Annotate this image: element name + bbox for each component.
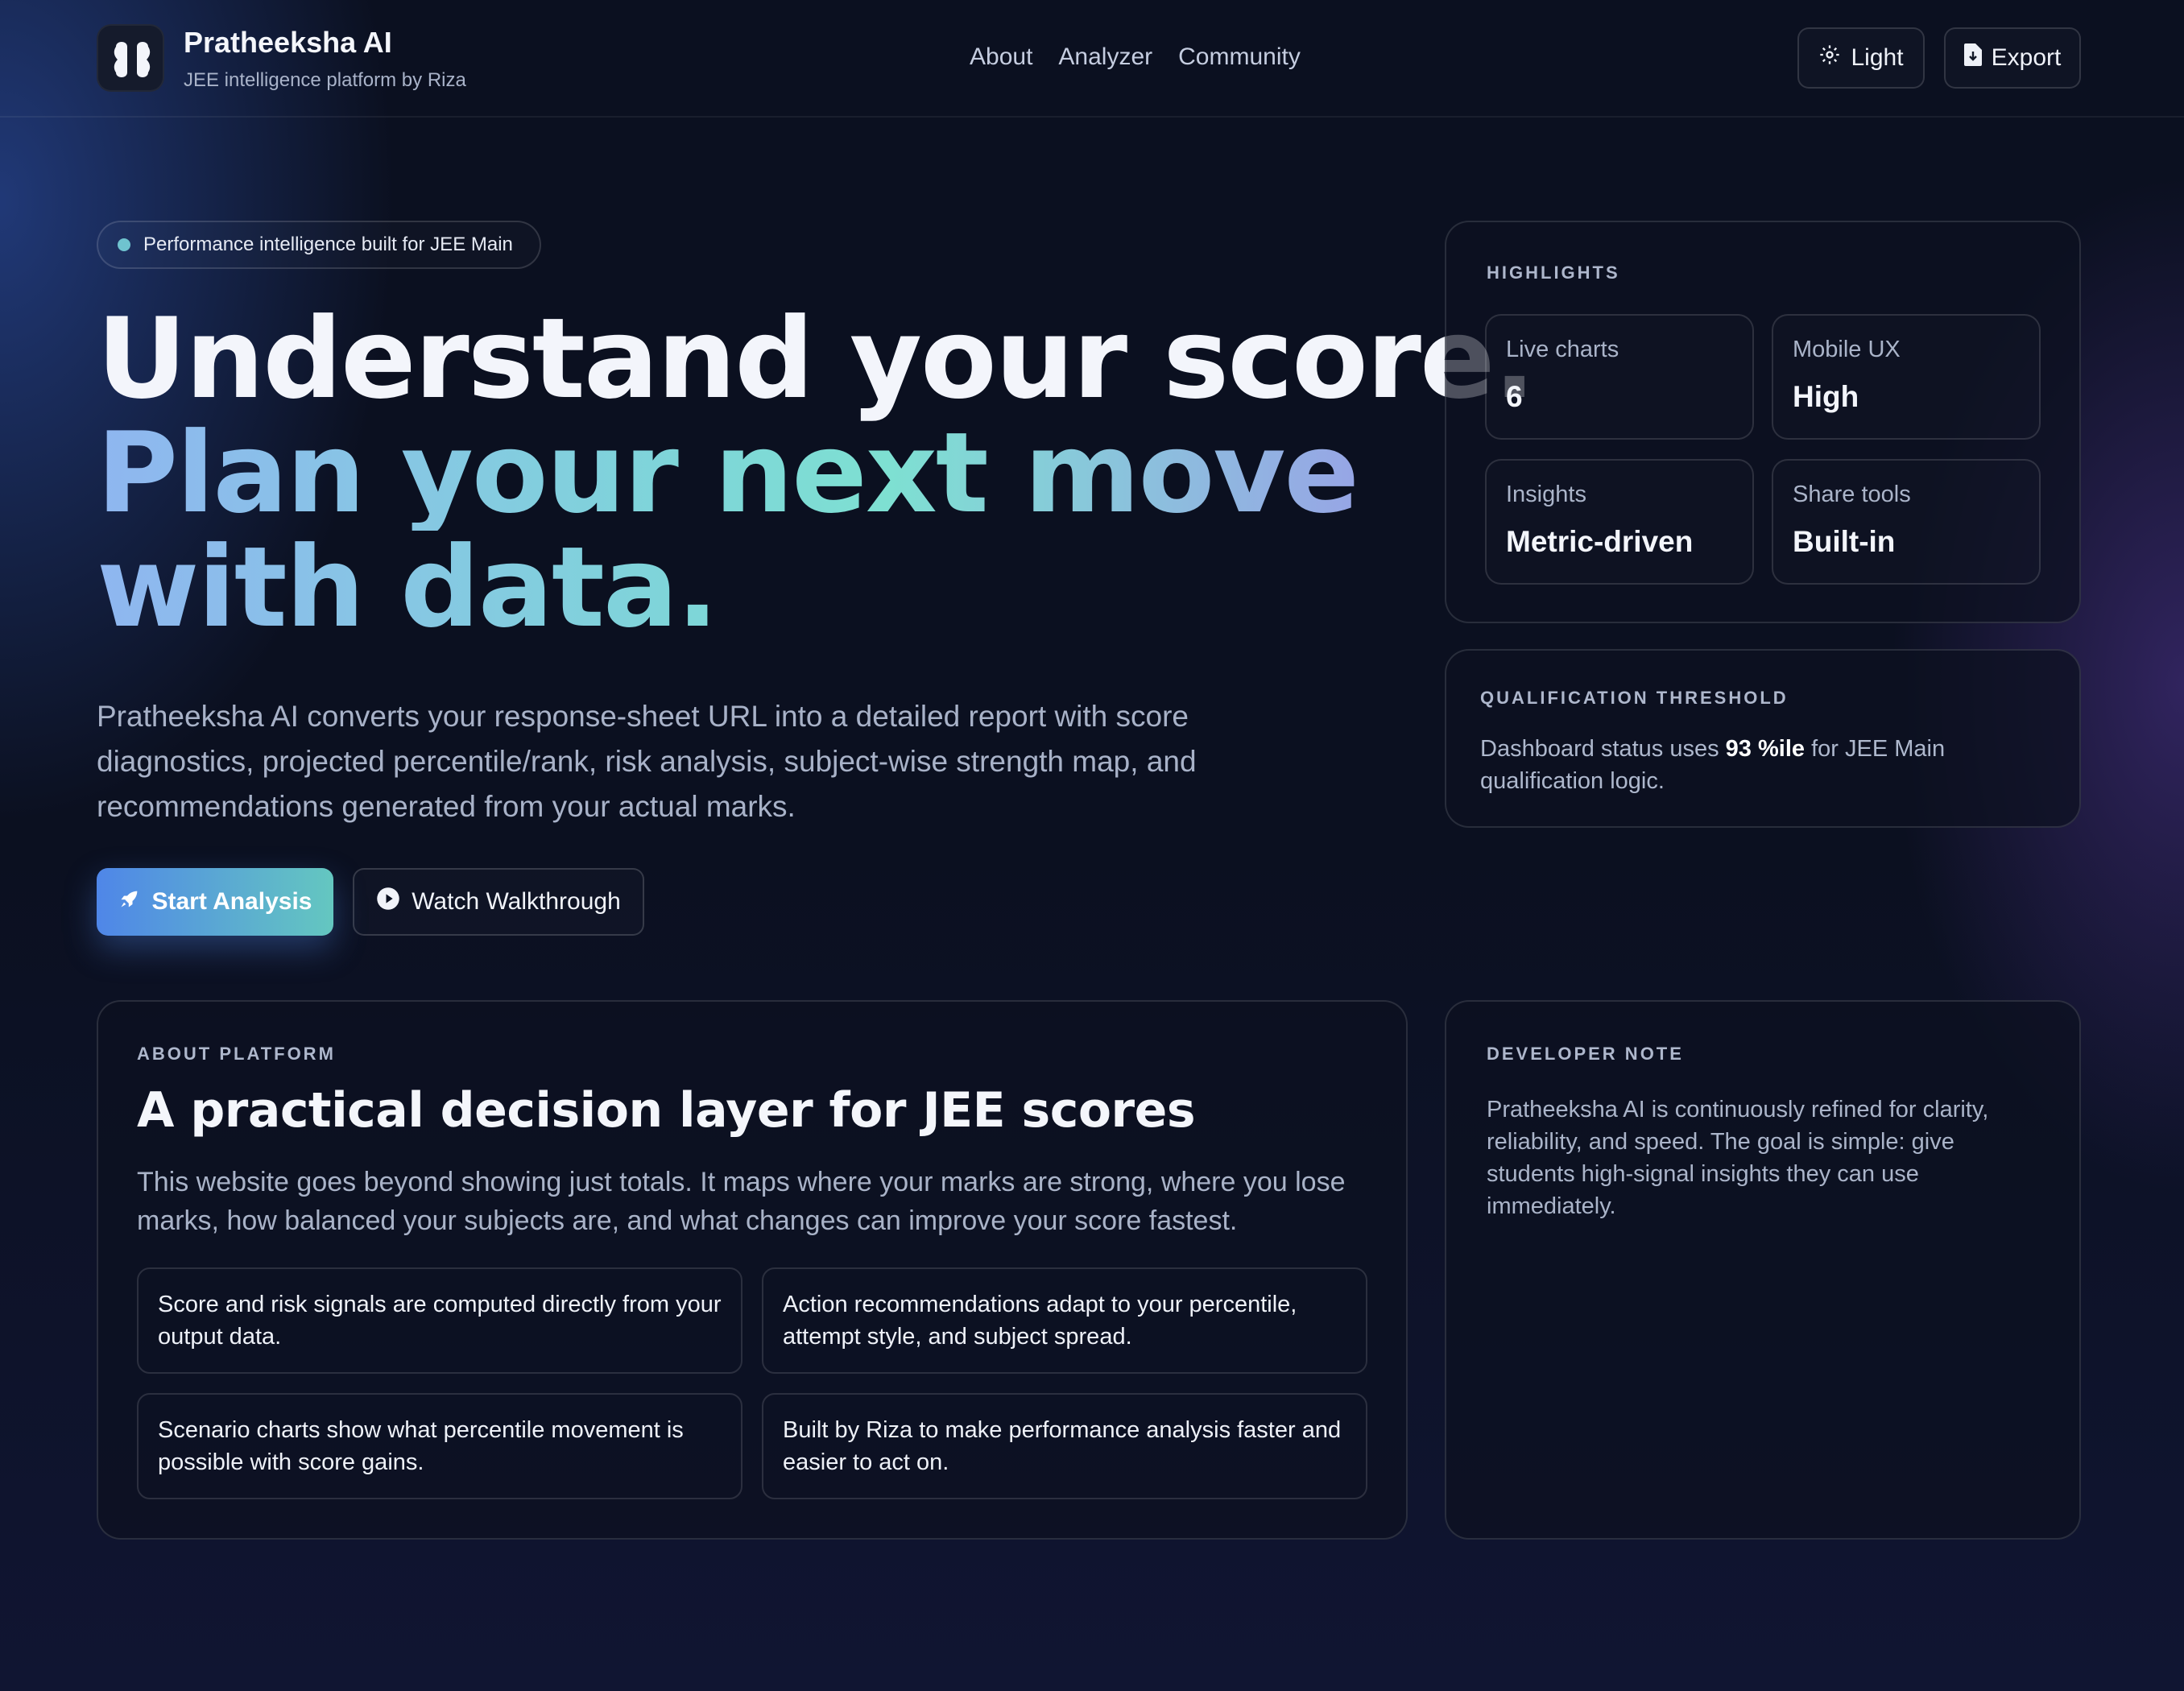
brand-name[interactable]: Pratheeksha AI [184, 26, 392, 60]
brand-subtitle: JEE intelligence platform by Riza [184, 69, 466, 91]
threshold-value: 93 %ile [1725, 736, 1806, 762]
developer-note-text: Pratheeksha AI is continuously refined f… [1487, 1097, 1989, 1219]
export-button[interactable]: Export [1944, 27, 2081, 89]
tile-label: Mobile UX [1793, 337, 1901, 362]
about-heading: ABOUT PLATFORM [137, 1044, 336, 1064]
tile-label: Live charts [1506, 337, 1619, 362]
watch-walkthrough-button[interactable]: Watch Walkthrough [353, 868, 644, 936]
export-label: Export [1991, 44, 2062, 71]
gear-icon [1818, 43, 1841, 72]
watch-walkthrough-label: Watch Walkthrough [412, 888, 621, 915]
theme-toggle-button[interactable]: Light [1797, 27, 1925, 89]
hero-tagline-pill: Performance intelligence built for JEE M… [97, 221, 541, 269]
tile-label: Share tools [1793, 482, 1911, 507]
feature-item: Score and risk signals are computed dire… [137, 1267, 742, 1374]
threshold-heading: QUALIFICATION THRESHOLD [1480, 688, 1789, 708]
nav-link-about[interactable]: About [970, 43, 1032, 71]
file-export-icon [1963, 43, 1982, 72]
highlight-tile-insights: Insights Metric-driven [1485, 459, 1754, 585]
hero-description: Pratheeksha AI converts your response-sh… [97, 700, 1197, 823]
about-platform-card: ABOUT PLATFORM A practical decision laye… [97, 1000, 1408, 1540]
main-nav: About Analyzer Community [970, 43, 1301, 71]
start-analysis-label: Start Analysis [151, 888, 312, 915]
feature-item: Scenario charts show what percentile mov… [137, 1393, 742, 1499]
threshold-text: Dashboard status uses 93 %ile for JEE Ma… [1480, 733, 2044, 797]
threshold-text-before: Dashboard status uses [1480, 736, 1726, 762]
developer-note-card: DEVELOPER NOTE Pratheeksha AI is continu… [1445, 1000, 2081, 1540]
highlight-tile-share-tools: Share tools Built-in [1772, 459, 2041, 585]
about-description: This website goes beyond showing just to… [137, 1167, 1346, 1236]
brain-logo-icon[interactable] [97, 24, 164, 92]
tagline-text: Performance intelligence built for JEE M… [143, 234, 513, 255]
nav-link-analyzer[interactable]: Analyzer [1058, 43, 1152, 71]
developer-note-heading: DEVELOPER NOTE [1487, 1044, 1684, 1064]
top-header: Pratheeksha AI JEE intelligence platform… [0, 0, 2184, 118]
tile-value: 6 [1506, 380, 1523, 413]
tile-value: Built-in [1793, 525, 1896, 558]
feature-item: Action recommendations adapt to your per… [762, 1267, 1367, 1374]
about-title: A practical decision layer for JEE score… [137, 1082, 1196, 1139]
feature-item: Built by Riza to make performance analys… [762, 1393, 1367, 1499]
highlights-card: HIGHLIGHTS Live charts 6 Mobile UX High … [1445, 221, 2081, 623]
hero-title-line1: Understand your score. [97, 294, 1536, 424]
play-circle-icon [376, 887, 400, 917]
start-analysis-button[interactable]: Start Analysis [97, 868, 333, 936]
hero-title: Understand your score. Plan your next mo… [97, 294, 1536, 645]
hero-title-line3: with data. [97, 531, 1417, 645]
highlights-heading: HIGHLIGHTS [1487, 263, 1620, 283]
highlight-tile-mobile-ux: Mobile UX High [1772, 314, 2041, 440]
qualification-threshold-card: QUALIFICATION THRESHOLD Dashboard status… [1445, 649, 2081, 828]
status-dot [118, 238, 130, 251]
theme-toggle-label: Light [1851, 44, 1904, 71]
hero-title-line2: Plan your next move [97, 416, 1417, 531]
tile-value: High [1793, 380, 1859, 413]
nav-link-community[interactable]: Community [1178, 43, 1301, 71]
tile-value: Metric-driven [1506, 525, 1694, 558]
tile-label: Insights [1506, 482, 1586, 507]
rocket-icon [118, 887, 141, 916]
highlight-tile-live-charts: Live charts 6 [1485, 314, 1754, 440]
